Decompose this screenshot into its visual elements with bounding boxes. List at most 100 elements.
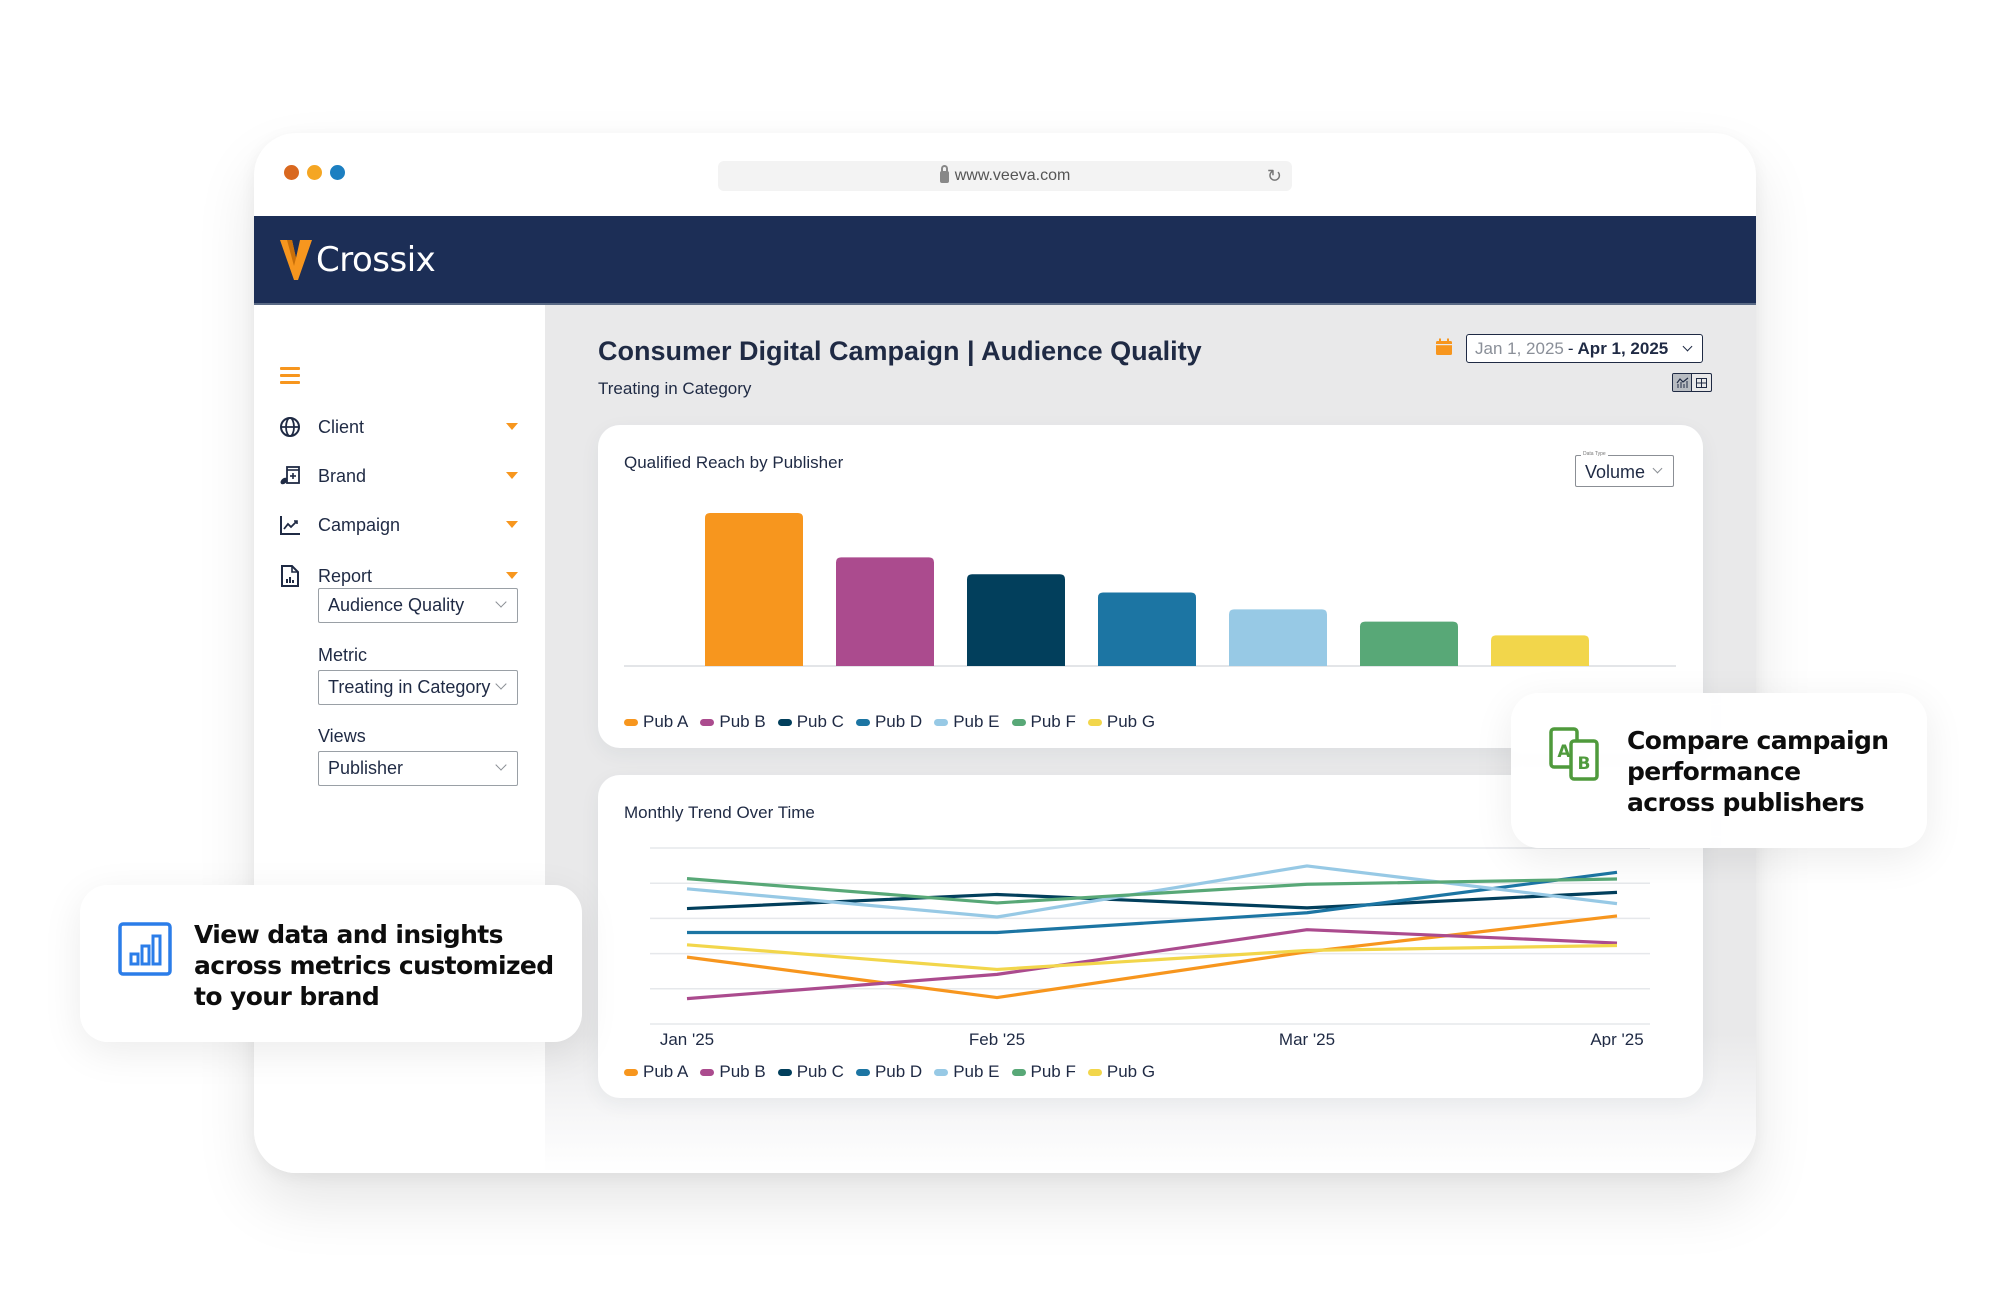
app-header: Crossix xyxy=(254,216,1756,305)
hamburger-menu-icon[interactable] xyxy=(280,367,300,388)
line-legend-item[interactable]: Pub D xyxy=(855,1062,923,1082)
x-tick-label: Feb '25 xyxy=(969,1030,1025,1047)
address-bar[interactable]: www.veeva.com ↻ xyxy=(718,161,1292,191)
chevron-down-icon xyxy=(1652,463,1663,474)
legend-label: Pub C xyxy=(796,1062,844,1081)
bar-pub-b[interactable] xyxy=(836,557,934,666)
bar-legend-item[interactable]: Pub E xyxy=(934,712,1000,732)
legend-swatch xyxy=(777,1068,792,1076)
legend-swatch xyxy=(700,718,715,726)
lock-icon xyxy=(939,165,949,183)
legend-label: Pub D xyxy=(874,1062,923,1081)
url-text: www.veeva.com xyxy=(954,167,1071,184)
sidebar-item-client[interactable]: Client xyxy=(278,412,518,442)
sidebar-item-label: Campaign xyxy=(318,514,401,535)
line-pub-g[interactable] xyxy=(686,943,1618,972)
line-legend-item[interactable]: Pub A xyxy=(624,1062,688,1082)
bar-legend-item[interactable]: Pub G xyxy=(1087,712,1156,732)
sidebar: Client Brand Campaign Report Audience Qu… xyxy=(254,305,545,1173)
report-select-value: Audience Quality xyxy=(328,595,465,615)
bar-legend-item[interactable]: Pub D xyxy=(855,712,923,732)
sidebar-item-report[interactable]: Report xyxy=(278,561,518,591)
caret-down-icon[interactable] xyxy=(506,521,518,528)
window-controls xyxy=(284,165,345,180)
legend-label: Pub B xyxy=(719,1062,766,1081)
bar-pub-d[interactable] xyxy=(1098,592,1196,666)
brand-name: Crossix xyxy=(316,240,436,280)
bar-chart xyxy=(624,513,1676,667)
views-select[interactable]: Publisher xyxy=(318,751,518,786)
insights-callout-line: View data and insights xyxy=(194,920,504,949)
line-legend-item[interactable]: Pub B xyxy=(700,1062,766,1082)
data-type-value: Volume xyxy=(1585,462,1646,482)
sidebar-item-label: Brand xyxy=(318,465,367,486)
table-view-button[interactable] xyxy=(1692,374,1711,391)
bar-chart-title: Qualified Reach by Publisher xyxy=(624,453,844,472)
caret-down-icon[interactable] xyxy=(506,472,518,479)
line-chart: Jan '25 Feb '25 Mar '25 Apr '25 xyxy=(650,847,1650,1047)
bar-legend-item[interactable]: Pub A xyxy=(624,712,688,732)
page-subtitle: Treating in Category xyxy=(598,379,752,398)
bar-pub-e[interactable] xyxy=(1229,609,1327,666)
views-select-value: Publisher xyxy=(328,758,404,778)
date-end: Apr 1, 2025 xyxy=(1577,338,1669,358)
line-legend-item[interactable]: Pub G xyxy=(1087,1062,1155,1082)
line-chart-legend: Pub A Pub B Pub C Pub D Pub E Pub F Pub G xyxy=(624,1062,1155,1082)
veeva-v-icon xyxy=(280,240,312,280)
bar-chart-legend: Pub A Pub B Pub C Pub D Pub E Pub F Pub G xyxy=(624,712,1155,732)
calendar-icon[interactable] xyxy=(1435,338,1453,356)
crossix-logo[interactable]: Crossix xyxy=(280,240,436,280)
legend-label: Pub F xyxy=(1030,1062,1076,1081)
date-separator: - xyxy=(1567,338,1574,358)
legend-swatch xyxy=(700,1068,715,1076)
table-view-icon xyxy=(1696,377,1707,388)
sidebar-item-campaign[interactable]: Campaign xyxy=(278,510,518,540)
x-tick-label: Apr '25 xyxy=(1590,1030,1643,1047)
caret-down-icon[interactable] xyxy=(506,572,518,579)
line-legend-item[interactable]: Pub F xyxy=(1011,1062,1076,1082)
legend-label: Pub G xyxy=(1106,712,1156,731)
bar-legend-item[interactable]: Pub C xyxy=(777,712,844,732)
bar-legend-item[interactable]: Pub F xyxy=(1011,712,1076,732)
data-type-label: Data Type xyxy=(1581,451,1608,457)
caret-down-icon[interactable] xyxy=(506,423,518,430)
sidebar-item-brand[interactable]: Brand xyxy=(278,461,518,491)
compare-callout: A B Compare campaign performance across … xyxy=(1511,693,1927,848)
metric-select[interactable]: Treating in Category xyxy=(318,670,518,705)
chevron-down-icon xyxy=(495,759,507,771)
insights-callout-line: across metrics customized xyxy=(194,951,554,980)
sidebar-item-label: Client xyxy=(318,416,365,437)
legend-label: Pub D xyxy=(874,712,923,731)
minimize-window-dot[interactable] xyxy=(307,165,322,180)
close-window-dot[interactable] xyxy=(284,165,299,180)
maximize-window-dot[interactable] xyxy=(330,165,345,180)
legend-swatch xyxy=(624,1068,638,1076)
view-toggle xyxy=(1672,373,1712,392)
bar-pub-g[interactable] xyxy=(1491,635,1589,666)
chart-view-button[interactable] xyxy=(1673,374,1692,391)
compare-callout-line: across publishers xyxy=(1627,788,1865,817)
legend-label: Pub A xyxy=(643,1062,689,1081)
bar-legend-item[interactable]: Pub B xyxy=(700,712,766,732)
line-legend-item[interactable]: Pub C xyxy=(777,1062,844,1082)
bar-pub-a[interactable] xyxy=(705,513,803,666)
line-legend-item[interactable]: Pub E xyxy=(934,1062,1000,1082)
globe-icon xyxy=(278,415,302,439)
line-chart-title: Monthly Trend Over Time xyxy=(624,803,815,822)
legend-swatch xyxy=(1011,718,1026,726)
bar-pub-f[interactable] xyxy=(1360,621,1458,666)
bar-pub-c[interactable] xyxy=(967,574,1065,666)
legend-label: Pub C xyxy=(796,712,844,731)
date-range-picker[interactable]: Jan 1, 2025 - Apr 1, 2025 xyxy=(1466,334,1703,363)
chevron-down-icon xyxy=(495,596,507,608)
sidebar-item-label: Report xyxy=(318,565,373,586)
page-title: Consumer Digital Campaign | Audience Qua… xyxy=(598,336,1202,366)
x-tick-label: Jan '25 xyxy=(660,1030,714,1047)
legend-label: Pub B xyxy=(719,712,766,731)
report-select[interactable]: Audience Quality xyxy=(318,588,518,623)
ab-compare-icon: A B xyxy=(1549,727,1599,781)
legend-swatch xyxy=(1087,718,1102,726)
metric-label: Metric xyxy=(318,645,367,665)
reload-icon[interactable]: ↻ xyxy=(1267,166,1282,187)
data-type-select[interactable]: Data Type Volume xyxy=(1575,451,1674,487)
